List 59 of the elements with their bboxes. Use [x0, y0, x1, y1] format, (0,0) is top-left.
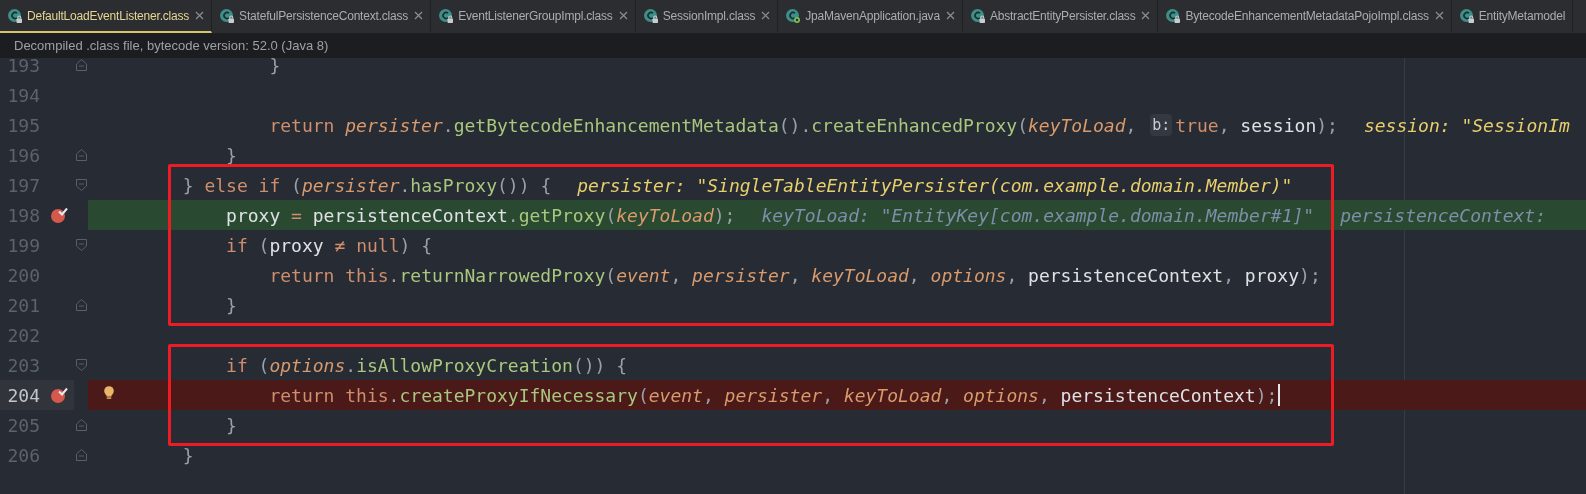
code-line: if (proxy ≠ null) {: [226, 233, 432, 258]
fold-marker-icon[interactable]: [75, 179, 87, 191]
line-number: 195: [7, 113, 40, 138]
breakpoint-icon[interactable]: [50, 206, 68, 224]
decompiled-notice: Decompiled .class file, bytecode version: 52.0 (Java 8): [14, 37, 329, 56]
lightbulb-icon[interactable]: [103, 385, 115, 401]
line-number: 201: [7, 293, 40, 318]
debug-value-hint: keyToLoad: "EntityKey[com.example.domain.Member#1]": [761, 203, 1315, 228]
line-number: 202: [7, 323, 40, 348]
line-number: 206: [7, 443, 40, 468]
debug-value-hint: persister: "SingleTableEntityPersister(com.example.domain.Member)": [577, 173, 1293, 198]
locked-class-icon: [1458, 7, 1475, 24]
code-line: return persister.getBytecodeEnhancementMetadata().createEnhancedProxy(keyToLoad, b: true, session); session: "SessionIm: [269, 111, 1570, 139]
fold-marker-icon[interactable]: [75, 149, 87, 161]
line-number: 199: [7, 233, 40, 258]
parameter-hint: b:: [1150, 114, 1173, 136]
locked-class-icon: [438, 7, 455, 24]
code-line: } else if (persister.hasProxy()) { persister: "SingleTableEntityPersister(com.example.domain.Member)": [182, 171, 1293, 199]
locked-class-icon: [969, 7, 986, 24]
line-number: 197: [7, 173, 40, 198]
close-icon[interactable]: [761, 11, 771, 20]
editor-tab[interactable]: DefaultLoadEventListener.class: [0, 0, 213, 33]
fold-marker-icon[interactable]: [75, 239, 87, 251]
line-number: 193: [7, 58, 40, 78]
close-icon[interactable]: [945, 11, 955, 20]
code-line: }: [182, 443, 194, 468]
line-number: 205: [7, 413, 40, 438]
close-icon[interactable]: [414, 11, 424, 20]
debug-value-hint: persistenceContext:: [1340, 203, 1547, 228]
locked-class-icon: [642, 7, 659, 24]
breakpoint-icon[interactable]: [50, 386, 68, 404]
close-icon[interactable]: [618, 11, 628, 20]
line-number: 200: [7, 263, 40, 288]
line-number: 196: [7, 143, 40, 168]
code-line: return this.returnNarrowedProxy(event, persister, keyToLoad, options, persistenceContext, proxy);: [269, 263, 1321, 288]
fold-marker-icon[interactable]: [75, 449, 87, 461]
locked-class-icon: [1165, 7, 1182, 24]
code-line: return this.createProxyIfNecessary(event, persister, keyToLoad, options, persistenceContext);: [269, 381, 1281, 409]
code-line: }: [226, 413, 237, 438]
close-icon[interactable]: [1434, 11, 1444, 20]
close-icon[interactable]: [195, 11, 205, 20]
code-line: }: [226, 293, 237, 318]
code-line: }: [226, 143, 237, 168]
line-number: 194: [7, 83, 40, 108]
code-line: proxy = persistenceContext.getProxy(keyToLoad); keyToLoad: "EntityKey[com.example.domain.Member#1]" persistenceContext:: [226, 201, 1547, 229]
locked-class-icon: [219, 7, 236, 24]
debug-value-hint: session: "SessionIm: [1363, 113, 1570, 138]
fold-marker-icon[interactable]: [75, 359, 87, 371]
code-line: }: [269, 58, 281, 78]
close-icon[interactable]: [1141, 11, 1151, 20]
line-number: 204: [7, 383, 40, 408]
java-class-icon: [785, 7, 802, 24]
fold-marker-icon[interactable]: [75, 59, 87, 71]
fold-marker-icon[interactable]: [75, 419, 87, 431]
code-line: if (options.isAllowProxyCreation()) {: [226, 353, 628, 378]
fold-marker-icon[interactable]: [75, 299, 87, 311]
line-number: 198: [7, 203, 40, 228]
line-number: 203: [7, 353, 40, 378]
locked-class-icon: [7, 7, 23, 24]
